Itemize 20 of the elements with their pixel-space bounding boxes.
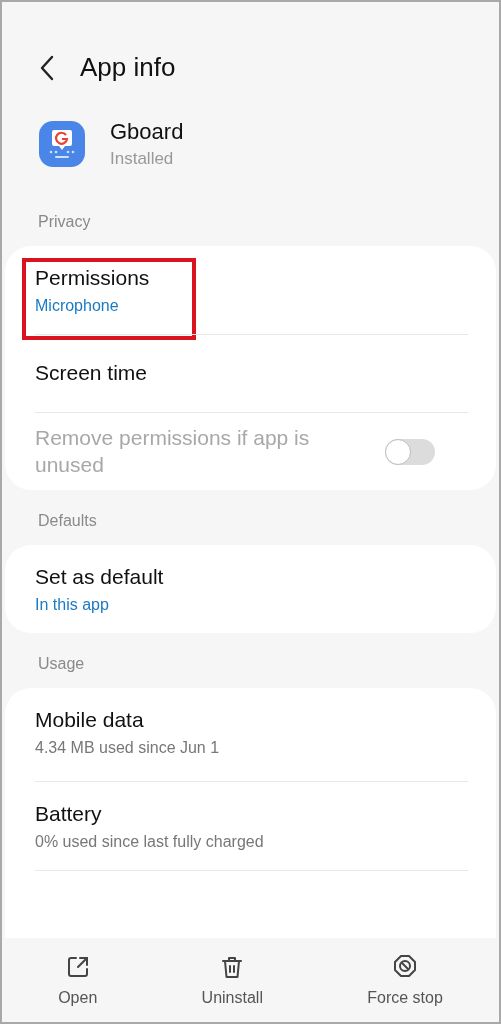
section-header: Privacy (37, 213, 92, 232)
install-status: Installed (110, 149, 175, 169)
setting-title[interactable]: Set as default (35, 564, 468, 591)
setting-title[interactable]: Permissions (35, 265, 468, 292)
setting-title[interactable]: Battery (35, 801, 468, 828)
section-header: Usage (37, 655, 86, 674)
setting-summary: 4.34 MB used since Jun 1 (35, 738, 221, 757)
window-title: App info (80, 52, 176, 83)
action-button[interactable]: Uninstall (181, 938, 283, 1022)
setting-summary: 0% used since last fully charged (35, 832, 265, 851)
setting-title[interactable]: Mobile data (35, 707, 468, 734)
setting-summary: In this app (35, 595, 110, 614)
setting-title[interactable]: Screen time (35, 360, 468, 387)
action-button[interactable]: Open (38, 938, 118, 1022)
back-icon[interactable] (38, 53, 56, 82)
keyboard-app-icon (38, 120, 86, 168)
setting-summary: Microphone (35, 296, 120, 315)
section-header: Defaults (37, 512, 98, 531)
action-button[interactable]: Force stop (347, 938, 463, 1022)
app-name: Gboard (110, 119, 184, 145)
